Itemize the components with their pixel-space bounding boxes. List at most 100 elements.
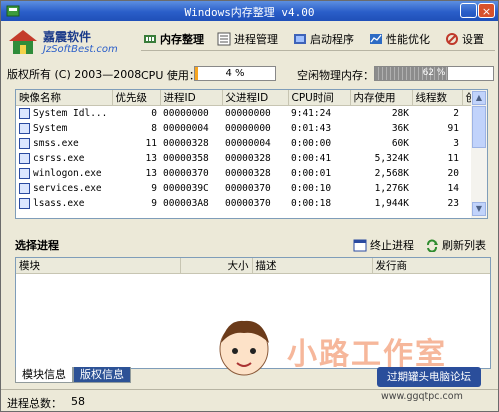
tool-label: 内存整理 bbox=[160, 33, 204, 46]
process-icon bbox=[19, 138, 30, 149]
table-cell: 3 bbox=[453, 138, 459, 149]
tool-label: 启动程序 bbox=[310, 33, 354, 46]
terminate-icon bbox=[353, 239, 367, 251]
column-header[interactable]: 映像名称 bbox=[16, 90, 113, 106]
column-header[interactable]: 发行商 bbox=[372, 258, 490, 274]
table-cell: 91 bbox=[447, 123, 459, 134]
table-cell: 00000328 bbox=[225, 153, 271, 164]
process-list-scrollbar[interactable]: ▲ ▼ bbox=[471, 89, 488, 219]
title-bar[interactable]: Windows内存整理 v4.00 _ × bbox=[1, 1, 498, 21]
house-logo-icon bbox=[9, 30, 37, 54]
table-cell: 1,944K bbox=[374, 198, 409, 209]
free-memory-bar: 62 % bbox=[374, 66, 494, 81]
table-cell: 0 bbox=[151, 108, 157, 119]
table-cell: 13 bbox=[145, 153, 157, 164]
column-header[interactable]: 父进程ID bbox=[222, 90, 289, 106]
column-header[interactable]: 模块 bbox=[16, 258, 181, 274]
column-header[interactable]: 线程数 bbox=[412, 90, 463, 106]
table-row[interactable]: smss.exe1100000328000000040:00:0060K3上午 bbox=[16, 136, 472, 151]
table-cell: 20 bbox=[447, 168, 459, 179]
column-header[interactable]: 大小 bbox=[180, 258, 253, 274]
table-row[interactable]: csrss.exe 13 00000358 00000328 0:00:41 5,324K… bbox=[16, 151, 472, 166]
process-name: System Idl... bbox=[33, 108, 108, 119]
table-row[interactable]: lsass.exe 9 000003A8 00000370 0:00:18 1,944K 2… bbox=[16, 196, 472, 211]
process-icon bbox=[19, 108, 30, 119]
table-cell: 000003A8 bbox=[163, 198, 209, 209]
refresh-label: 刷新列表 bbox=[442, 239, 486, 252]
process-icon bbox=[19, 123, 30, 134]
process-name-cell: smss.exe bbox=[16, 136, 112, 151]
process-icon bbox=[217, 32, 231, 46]
info-tabs: 模块信息 版权信息 bbox=[15, 367, 131, 383]
column-header[interactable]: 优先级 bbox=[112, 90, 161, 106]
memory-icon bbox=[144, 35, 156, 43]
table-cell: 5,324K bbox=[374, 153, 409, 164]
table-cell: 9:41:24 bbox=[291, 108, 332, 119]
table-row[interactable]: winlogon.exe 13 00000370 00000328 0:00:01 2,5… bbox=[16, 166, 472, 181]
column-header[interactable]: 描述 bbox=[252, 258, 373, 274]
forum-url-watermark: www.ggqtpc.com bbox=[381, 391, 463, 402]
performance-icon bbox=[370, 34, 382, 44]
table-cell: 0:00:10 bbox=[291, 183, 332, 194]
table-cell: 28K bbox=[391, 108, 409, 119]
tool-label: 性能优化 bbox=[386, 33, 430, 46]
site-link[interactable]: JzSoftBest.com bbox=[43, 44, 118, 55]
process-name-cell: winlogon.exe bbox=[16, 166, 112, 181]
tool-process-manager[interactable]: 进程管理 bbox=[217, 31, 278, 47]
table-row[interactable]: System Idl... 0 00000000 00000000 9:41:24 28K… bbox=[16, 106, 472, 122]
brand-name: 嘉震软件 bbox=[43, 30, 92, 44]
refresh-icon bbox=[427, 239, 438, 252]
scroll-up-icon[interactable]: ▲ bbox=[472, 91, 486, 105]
table-cell: 2 bbox=[453, 108, 459, 119]
table-cell: 00000370 bbox=[225, 183, 271, 194]
table-row[interactable]: System800000004000000000:01:4336K91不 bbox=[16, 121, 472, 136]
table-row[interactable]: services.exe 9 0000039C 00000370 0:00:10 1,27… bbox=[16, 181, 472, 196]
scroll-thumb[interactable] bbox=[472, 106, 486, 148]
process-icon bbox=[19, 153, 30, 164]
close-button[interactable]: × bbox=[478, 3, 495, 18]
scroll-down-icon[interactable]: ▼ bbox=[472, 202, 486, 216]
tab-module-info[interactable]: 模块信息 bbox=[15, 367, 73, 383]
table-cell: 2,568K bbox=[374, 168, 409, 179]
table-cell: 0:01:43 bbox=[291, 123, 332, 134]
tool-performance[interactable]: 性能优化 bbox=[369, 31, 430, 47]
column-header[interactable]: 进程ID bbox=[160, 90, 223, 106]
terminate-label: 终止进程 bbox=[370, 239, 414, 252]
process-name-cell: lsass.exe bbox=[16, 196, 112, 211]
table-cell: 8 bbox=[151, 123, 157, 134]
process-name: csrss.exe bbox=[33, 153, 85, 164]
process-name: System bbox=[33, 123, 68, 134]
free-memory-value: 62 % bbox=[422, 68, 446, 78]
process-list[interactable]: 映像名称 优先级 进程ID 父进程ID CPU时间 内存使用 线程数 创建 Sy… bbox=[15, 89, 473, 219]
selected-process-label: 选择进程 bbox=[15, 239, 59, 252]
column-header[interactable]: CPU时间 bbox=[288, 90, 351, 106]
process-icon bbox=[19, 198, 30, 209]
tool-settings[interactable]: 设置 bbox=[445, 31, 484, 47]
table-cell: 0:00:41 bbox=[291, 153, 332, 164]
table-cell: 00000370 bbox=[163, 168, 209, 179]
terminate-process-button[interactable]: 终止进程 bbox=[353, 237, 414, 253]
column-header[interactable]: 内存使用 bbox=[350, 90, 413, 106]
process-name: services.exe bbox=[33, 183, 102, 194]
tab-copyright-info[interactable]: 版权信息 bbox=[73, 367, 131, 383]
app-window: Windows内存整理 v4.00 _ × 嘉震软件 JzSoftBest.co… bbox=[0, 0, 499, 412]
table-cell: 0000039C bbox=[163, 183, 209, 194]
table-cell: 00000370 bbox=[225, 198, 271, 209]
table-cell: 1,276K bbox=[374, 183, 409, 194]
tool-startup-programs[interactable]: 启动程序 bbox=[293, 31, 354, 47]
refresh-list-button[interactable]: 刷新列表 bbox=[425, 237, 486, 253]
process-name: smss.exe bbox=[33, 138, 79, 149]
module-table-header: 模块 大小 描述 发行商 bbox=[16, 258, 490, 274]
minimize-button[interactable]: _ bbox=[460, 3, 477, 18]
cpu-usage-bar: 4 % bbox=[194, 66, 276, 81]
table-cell: 11 bbox=[145, 138, 157, 149]
table-cell: 0:00:00 bbox=[291, 138, 332, 149]
process-icon bbox=[19, 168, 30, 179]
table-cell: 00000358 bbox=[163, 153, 209, 164]
window-title: Windows内存整理 v4.00 bbox=[184, 6, 315, 19]
table-cell: 14 bbox=[447, 183, 459, 194]
table-cell: 11 bbox=[447, 153, 459, 164]
table-cell: 23 bbox=[447, 198, 459, 209]
tool-memory-clean[interactable]: 内存整理 bbox=[143, 31, 204, 47]
forum-watermark: 过期罐头电脑论坛 bbox=[377, 367, 481, 387]
